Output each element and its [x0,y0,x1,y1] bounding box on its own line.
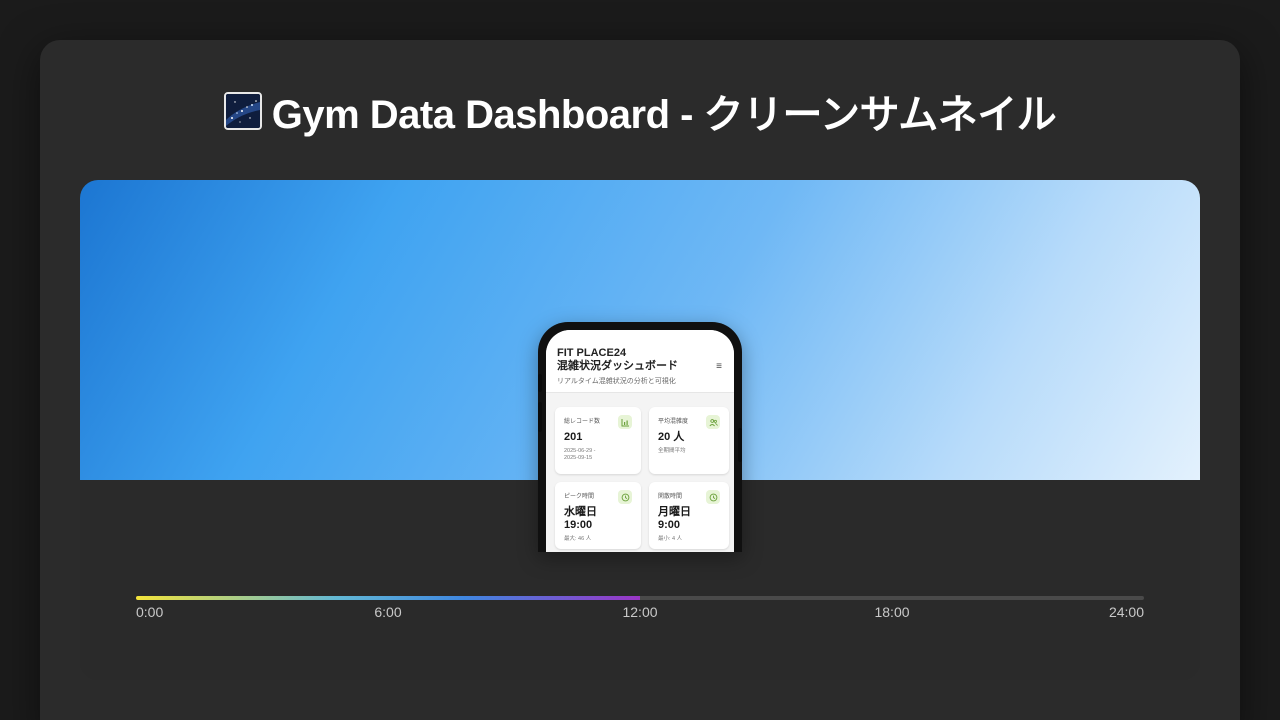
stat-value-line: 9:00 [658,519,681,531]
stat-value-line: 月曜日 [658,506,691,518]
stat-note: 全期間平均 [658,448,686,454]
phone-mockup: FIT PLACE24 混雑状況ダッシュボード リアルタイム混雑状況の分析と可視… [538,322,742,552]
stat-value: 20 人 [658,431,685,443]
page-title: Gym Data Dashboard - クリーンサムネイル [271,93,1057,137]
timeline-tick-label: 0:00 [136,604,164,620]
timeline-tick-label: 24:00 [1108,604,1144,620]
hamburger-menu-icon[interactable]: ≡ [716,361,722,372]
timeline-tick-label: 12:00 [622,604,658,620]
app-header: FIT PLACE24 混雑状況ダッシュボード リアルタイム混雑状況の分析と可視… [546,330,734,393]
clock-icon [618,490,632,504]
timeline-labels: 0:00 6:00 12:00 18:00 24:00 [136,604,1144,624]
stat-card-quiet-time: 閑散時間 月曜日 9:00 最小: 4 人 [649,482,729,549]
timeline-track[interactable] [136,596,1144,600]
stat-card-average-congestion: 平均混雑度 20 人 全期間平均 [649,407,729,474]
phone-screen: FIT PLACE24 混雑状況ダッシュボード リアルタイム混雑状況の分析と可視… [546,330,734,552]
stat-value: 水曜日 19:00 [564,506,632,532]
stat-value-line: 水曜日 [564,506,597,518]
thumbnail-panel: FIT PLACE24 混雑状況ダッシュボード リアルタイム混雑状況の分析と可視… [80,180,1200,680]
app-title: 混雑状況ダッシュボード [557,360,678,372]
night-sky-icon [223,92,262,130]
phone-side-button [538,402,542,432]
users-icon [706,415,720,429]
stats-grid: 総レコード数 201 2025-06-29 - 2025-09-15 平均混雑度… [555,407,729,549]
bar-chart-icon [618,415,632,429]
stat-value: 201 [564,431,583,443]
timeline-tick-label: 6:00 [374,604,402,620]
stat-note: 最大: 46 人 [564,536,592,542]
app-subtitle: リアルタイム混雑状況の分析と可視化 [557,378,676,385]
timeline-progress [136,596,640,600]
app-brand: FIT PLACE24 [557,347,627,359]
stat-card-peak-time: ピーク時間 水曜日 19:00 最大: 46 人 [555,482,641,549]
phone-side-button [738,428,742,462]
stat-value: 月曜日 9:00 [658,506,720,532]
stat-note: 最小: 4 人 [658,536,683,542]
clock-icon [706,490,720,504]
page-header: Gym Data Dashboard - クリーンサムネイル [0,82,1280,140]
stat-note: 2025-06-29 - 2025-09-15 [564,448,596,461]
stat-card-total-records: 総レコード数 201 2025-06-29 - 2025-09-15 [555,407,641,474]
phone-side-button [538,374,542,392]
stat-value-line: 19:00 [564,519,593,531]
timeline-tick-label: 18:00 [874,604,910,620]
